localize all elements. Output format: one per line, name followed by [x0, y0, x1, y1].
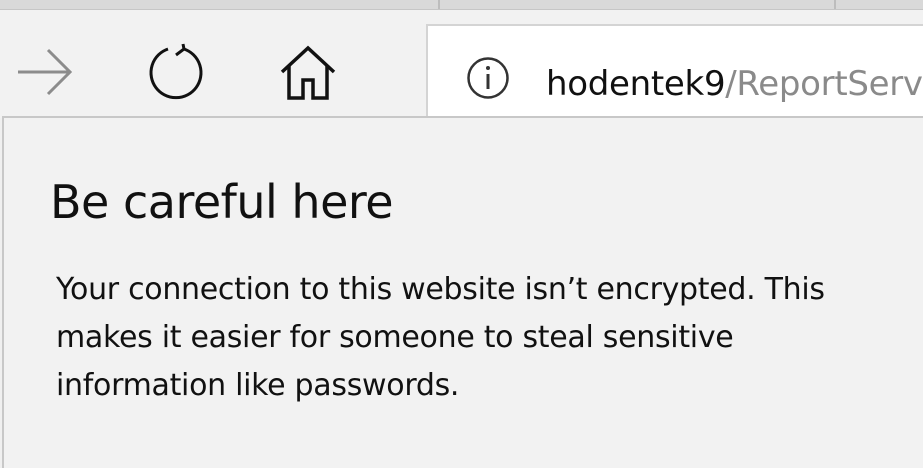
flyout-message-line: Your connection to this website isn’t en…	[56, 272, 825, 307]
flyout-message-line: makes it easier for someone to steal sen…	[56, 320, 734, 355]
tab-divider	[834, 0, 836, 9]
tab-divider	[438, 0, 440, 9]
url-path: /ReportServ	[725, 64, 923, 104]
flyout-message-line: information like passwords.	[56, 368, 460, 403]
flyout-title: Be careful here	[50, 175, 394, 229]
site-info-flyout: Be careful here Your connection to this …	[2, 116, 923, 468]
browser-window: hodentek9/ReportServ Be careful here You…	[0, 0, 923, 468]
url-text[interactable]: hodentek9/ReportServ	[546, 64, 923, 104]
url-host: hodentek9	[546, 64, 726, 104]
info-icon	[467, 57, 509, 99]
forward-button[interactable]	[12, 40, 76, 104]
browser-toolbar: hodentek9/ReportServ	[0, 10, 923, 128]
refresh-icon	[149, 43, 203, 100]
arrow-right-icon	[18, 48, 73, 96]
flyout-message: Your connection to this website isn’t en…	[56, 266, 896, 410]
site-info-button[interactable]	[466, 56, 510, 100]
home-icon	[280, 45, 336, 100]
address-bar[interactable]: hodentek9/ReportServ	[426, 24, 923, 128]
tab-strip	[0, 0, 923, 10]
home-button[interactable]	[276, 40, 340, 104]
refresh-button[interactable]	[144, 40, 208, 104]
